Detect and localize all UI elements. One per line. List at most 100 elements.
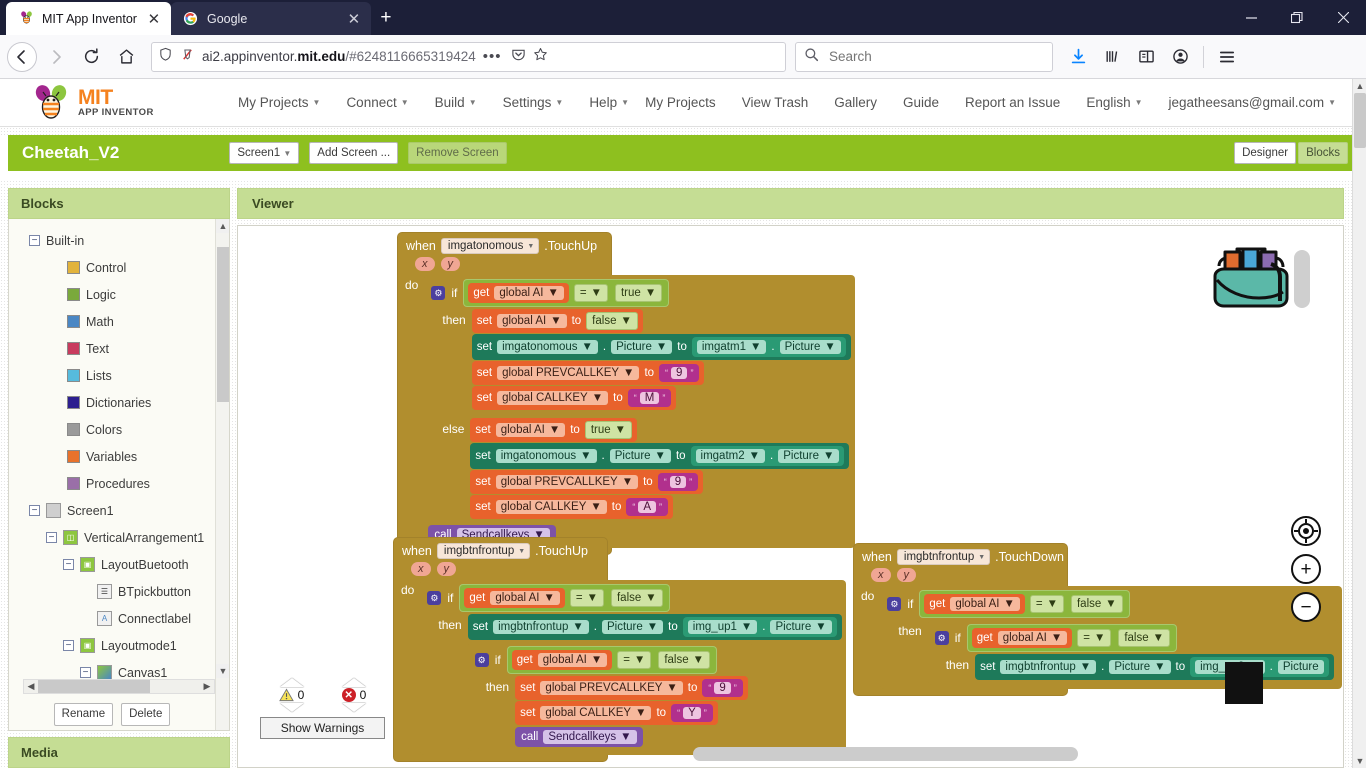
delete-button[interactable]: Delete [121,703,171,726]
maximize-button[interactable] [1274,0,1320,35]
boolean-dropdown[interactable]: true ▼ [614,284,663,302]
component-dropdown[interactable]: imgbtnfrontup ▼ [1000,660,1097,674]
collapse-toggle-icon[interactable]: − [63,559,74,570]
event-block-imgatonomous-touchup[interactable]: when imgatonomous ▼ .TouchUp x y do ⚙ if… [397,232,855,555]
text-value[interactable]: 9 [714,682,731,694]
palette-item-procedures[interactable]: Procedures [9,470,229,497]
close-icon[interactable]: ✕ [345,10,363,28]
show-warnings-button[interactable]: Show Warnings [260,717,385,739]
url-bar[interactable]: ai2.appinventor.mit.edu/#624811666531942… [151,41,786,72]
collapse-toggle-icon[interactable]: − [80,667,91,678]
event-block-imgbtnfrontup-touchup[interactable]: when imgbtnfrontup ▼ .TouchUp x y do ⚙ i… [393,537,846,762]
boolean-dropdown[interactable]: false ▼ [610,589,663,607]
downloads-icon[interactable] [1062,41,1094,73]
backpack-icon[interactable] [1205,244,1297,312]
get-variable-block[interactable]: get global AI ▼ [924,594,1025,614]
get-variable-block[interactable]: get global AI ▼ [468,283,569,303]
warning-down-arrow[interactable] [279,703,304,712]
zoom-in-button[interactable]: + [1291,554,1321,584]
close-window-button[interactable] [1320,0,1366,35]
property-dropdown[interactable]: Picture [1277,660,1324,674]
variable-dropdown[interactable]: global AI ▼ [497,314,567,328]
palette-item-control[interactable]: Control [9,254,229,281]
tree-node-layoutbuetooth[interactable]: − ▣ LayoutBuetooth [9,551,229,578]
set-variable-block[interactable]: set global CALLKEY ▼ to “Y” [515,701,718,725]
zoom-out-button[interactable]: − [1291,592,1321,622]
blocks-toggle-button[interactable]: Blocks [1298,141,1348,165]
scroll-up-arrow[interactable]: ▲ [1353,79,1366,93]
get-component-property-block[interactable]: img_up1 ▼ . Picture ▼ [682,617,837,637]
component-dropdown[interactable]: imgatonomous ▼ [495,449,597,463]
language-selector[interactable]: English ▼ [1086,95,1142,110]
text-string-block[interactable]: “9” [702,679,743,697]
palette-item-dictionaries[interactable]: Dictionaries [9,389,229,416]
operator-dropdown[interactable]: = ▼ [569,589,604,607]
boolean-dropdown[interactable]: false ▼ [1070,595,1123,613]
link-view-trash[interactable]: View Trash [742,95,809,110]
set-component-property-block[interactable]: set imgbtnfrontup ▼ . Picture ▼ to img_up2… [975,654,1334,680]
menu-connect[interactable]: Connect ▼ [346,95,408,110]
new-tab-button[interactable]: + [371,3,401,33]
set-variable-block[interactable]: set global AI ▼ to true ▼ [470,418,638,442]
scroll-down-arrow[interactable]: ▼ [216,664,229,678]
link-gallery[interactable]: Gallery [834,95,877,110]
set-component-property-block[interactable]: set imgatonomous ▼ . Picture ▼ to imgatm1 ▼… [471,334,851,360]
scroll-left-arrow[interactable]: ◀ [24,681,38,692]
inner-if-then-block[interactable]: ⚙ if get global AI ▼ = ▼ false ▼ then se… [927,620,1338,685]
browser-tab-app-inventor[interactable]: MIT App Inventor ✕ [6,2,171,35]
gear-icon[interactable]: ⚙ [934,631,949,645]
tree-node-btpickbutton[interactable]: ☰ BTpickbutton [9,578,229,605]
palette-item-text[interactable]: Text [9,335,229,362]
property-dropdown[interactable]: Picture ▼ [779,340,841,354]
variable-dropdown[interactable]: global PREVCALLKEY ▼ [497,366,640,380]
param-y[interactable]: y [896,568,916,582]
variable-dropdown[interactable]: global CALLKEY ▼ [540,706,652,720]
forward-button[interactable] [40,41,72,73]
get-component-property-block[interactable]: imgatm1 ▼ . Picture ▼ [691,337,846,357]
inner-if-then-block[interactable]: ⚙ if get global AI ▼ = ▼ false ▼ then se… [467,642,752,751]
component-dropdown[interactable]: imgatonomous ▼ [497,340,598,354]
tree-node-layoutmode1[interactable]: − ▣ Layoutmode1 [9,632,229,659]
tree-node-screen1[interactable]: − Screen1 [9,497,229,524]
get-variable-block[interactable]: get global AI ▼ [464,588,565,608]
set-variable-block[interactable]: set global CALLKEY ▼ to “A” [470,495,674,519]
menu-icon[interactable] [1211,41,1243,73]
back-button[interactable] [7,41,37,72]
comparison-block[interactable]: get global AI ▼ = ▼ true ▼ [463,279,670,307]
get-component-property-block[interactable]: imgatm2 ▼ . Picture ▼ [690,446,845,466]
tree-node-connectlabel[interactable]: A Connectlabel [9,605,229,632]
text-value[interactable]: 9 [671,367,688,379]
param-x[interactable]: x [411,562,431,576]
property-dropdown[interactable]: Picture ▼ [770,620,832,634]
browser-tab-google[interactable]: Google ✕ [170,2,371,35]
tree-node-verticalarrangement1[interactable]: − ◫ VerticalArrangement1 [9,524,229,551]
palette-item-logic[interactable]: Logic [9,281,229,308]
boolean-dropdown[interactable]: false ▼ [586,312,638,330]
palette-item-colors[interactable]: Colors [9,416,229,443]
property-dropdown[interactable]: Picture ▼ [1109,660,1171,674]
text-value[interactable]: Y [683,707,701,719]
user-account-menu[interactable]: jegatheesans@gmail.com ▼ [1169,95,1336,110]
star-icon[interactable] [533,47,548,67]
set-component-property-block[interactable]: set imgbtnfrontup ▼ . Picture ▼ to img_up1… [467,614,842,640]
param-x[interactable]: x [415,257,435,271]
palette-vertical-scrollbar[interactable]: ▲ ▼ [215,219,229,730]
menu-my-projects[interactable]: My Projects ▼ [238,95,320,110]
link-report-an-issue[interactable]: Report an Issue [965,95,1060,110]
mit-app-inventor-logo[interactable]: MIT APP INVENTOR [30,84,238,121]
variable-dropdown[interactable]: global AI ▼ [494,286,564,300]
close-icon[interactable]: ✕ [145,10,163,28]
boolean-dropdown[interactable]: false ▼ [1118,629,1171,647]
comparison-block[interactable]: get global AI ▼ = ▼ false ▼ [919,590,1130,618]
scroll-thumb[interactable] [217,247,229,402]
collapse-toggle-icon[interactable]: − [29,505,40,516]
gear-icon[interactable]: ⚙ [431,286,446,300]
get-variable-block[interactable]: get global AI ▼ [511,650,613,670]
page-scrollbar[interactable]: ▲ ▼ [1352,79,1366,768]
get-variable-block[interactable]: get global AI ▼ [971,628,1073,648]
collapse-toggle-icon[interactable]: − [29,235,40,246]
component-dropdown[interactable]: imgbtnfrontup ▼ [436,543,531,559]
operator-dropdown[interactable]: = ▼ [617,651,652,669]
variable-dropdown[interactable]: global AI ▼ [495,423,566,437]
text-string-block[interactable]: “Y” [671,704,713,722]
